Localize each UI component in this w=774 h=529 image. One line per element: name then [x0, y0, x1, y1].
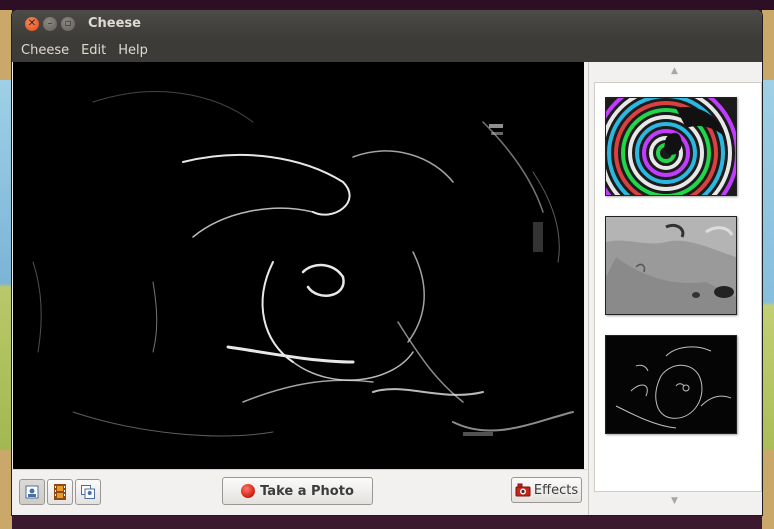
photo-mode-button[interactable] — [19, 479, 45, 505]
film-icon — [54, 484, 66, 500]
thumbnail-image — [606, 217, 736, 314]
thumbnail-item[interactable] — [605, 216, 737, 315]
triangle-up-icon[interactable]: ▲ — [671, 66, 678, 76]
cheese-window: ✕ – ▫ Cheese Cheese Edit Help ▲ ▼ Take a… — [12, 10, 762, 515]
close-icon: ✕ — [27, 18, 37, 29]
thumbnail-image — [606, 98, 736, 195]
take-photo-button[interactable]: Take a Photo — [222, 477, 373, 505]
take-photo-label: Take a Photo — [260, 483, 354, 499]
window-title: Cheese — [88, 16, 141, 31]
photo-mode-icon — [25, 485, 39, 499]
close-window-button[interactable]: ✕ — [25, 17, 39, 31]
maximize-window-button[interactable]: ▫ — [61, 17, 75, 31]
burst-mode-icon — [81, 485, 95, 499]
record-icon — [241, 484, 256, 498]
menu-edit[interactable]: Edit — [75, 40, 112, 62]
preview-effect-image — [13, 62, 584, 469]
menu-help[interactable]: Help — [112, 40, 154, 62]
title-bar[interactable]: ✕ – ▫ Cheese — [12, 10, 762, 40]
thumbnail-list[interactable] — [594, 82, 762, 492]
minimize-window-button[interactable]: – — [43, 17, 57, 31]
thumbnail-image — [606, 336, 736, 433]
menu-bar: Cheese Edit Help — [12, 40, 762, 62]
effects-label: Effects — [533, 482, 579, 498]
minimize-icon: – — [47, 18, 53, 29]
burst-mode-button[interactable] — [75, 479, 101, 505]
triangle-down-icon[interactable]: ▼ — [671, 496, 678, 506]
thumbnail-item[interactable] — [605, 335, 737, 434]
effects-icon — [515, 483, 531, 497]
menu-cheese[interactable]: Cheese — [15, 40, 75, 62]
video-mode-button[interactable] — [47, 479, 73, 505]
thumbnail-item[interactable] — [605, 97, 737, 196]
maximize-icon: ▫ — [64, 18, 72, 29]
effects-button[interactable]: Effects — [511, 477, 582, 503]
camera-preview — [13, 62, 584, 469]
bottom-toolbar: Take a Photo Effects — [12, 469, 587, 515]
effects-sidebar: ▲ ▼ — [588, 62, 762, 515]
desktop-wallpaper-right — [760, 80, 774, 450]
